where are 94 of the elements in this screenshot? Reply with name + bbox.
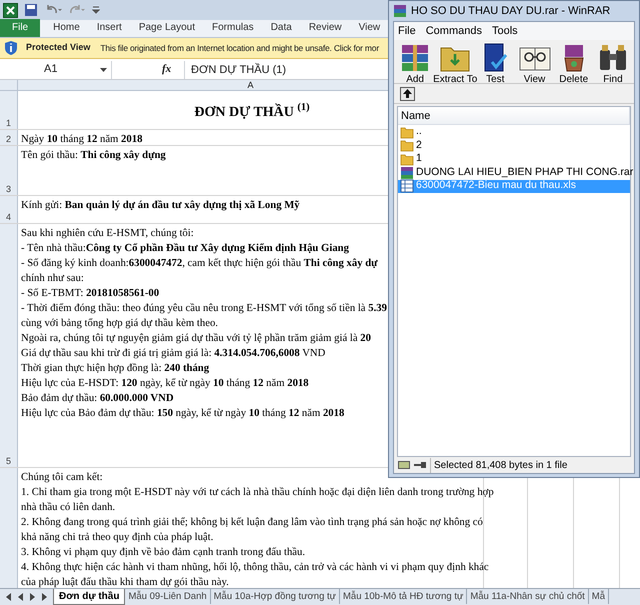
spreadsheet-file-icon (400, 179, 414, 193)
ribbon-tab[interactable]: Insert (92, 19, 127, 37)
folder-icon (400, 152, 414, 166)
last-sheet-icon[interactable] (41, 592, 48, 600)
folder-icon (400, 139, 414, 152)
row-number[interactable]: 4 (6, 211, 11, 223)
ribbon-tab[interactable]: View (354, 19, 386, 37)
cell-text: Hiệu lực của Bảo đảm dự thầu: 150 ngày, kể từ ngày 10 tháng 12 năm 2018 (21, 406, 344, 421)
toolbar-button[interactable]: Find (594, 42, 632, 85)
cell-text: của pháp luật đấu thầu khi tham dự gói thầu này. (21, 575, 229, 588)
fx-label[interactable]: fx (162, 61, 180, 78)
row-number[interactable]: 5 (6, 455, 11, 467)
info-icon (4, 40, 18, 56)
cell-text: - Thời điểm đóng thầu: theo đúng yêu cầu nêu trong E-HSMT với tổng số tiền là 5.39 (21, 301, 387, 316)
file-name: DUONG LAI HIEU_BIEN PHAP THI CONG.rar (416, 164, 634, 180)
cell-text: Ngày 10 tháng 12 năm 2018 (21, 132, 142, 147)
cell-text: Hiệu lực của E-HSDT: 120 ngày, kể từ ngày 10 tháng 12 năm 2018 (21, 376, 309, 391)
previous-sheet-icon[interactable] (17, 592, 24, 600)
file-row[interactable]: .. (398, 126, 630, 138)
ribbon-tab[interactable]: Data (266, 19, 297, 37)
cell-text: nhà thầu có liên danh. (21, 500, 116, 515)
save-icon[interactable] (24, 3, 38, 17)
column-label[interactable]: A (247, 80, 254, 90)
sheet-tab[interactable]: Mẫ (588, 589, 609, 604)
up-arrow-icon (403, 89, 412, 98)
sheet-tab[interactable]: Đơn dự thầu (53, 589, 126, 605)
document-title: ĐƠN DỰ THẦU $^{(1)}$ (194, 101, 310, 122)
cell-text: Tên gói thầu: Thi công xây dựng (21, 148, 166, 163)
status-text: Selected 81,408 bytes in 1 file (430, 458, 568, 472)
cell-text: Bảo đảm dự thầu: 60.000.000 VND (21, 391, 174, 406)
ribbon-tab[interactable]: Page Layout (134, 19, 200, 37)
row-header[interactable]: 4 (0, 196, 18, 223)
row-header[interactable]: 1 (0, 91, 18, 129)
ribbon-tab[interactable]: File (0, 19, 40, 37)
ribbon-tab[interactable]: Formulas (207, 19, 259, 37)
protected-view-message: This file originated from an Internet location and might be unsafe. Click for mor (100, 42, 379, 54)
sheet-tab[interactable]: Mẫu 10b-Mô tả HĐ tương tự (340, 589, 468, 604)
row-header[interactable]: 5 (0, 224, 18, 467)
cell-text: Ngoài ra, chúng tôi tự nguyện giảm giá dự thầu với tỷ lệ phần trăm giảm giá là 20 (21, 331, 371, 346)
cell-text: Kính gửi: Ban quản lý dự án đầu tư xây dựng thị xã Long Mỹ (21, 198, 300, 213)
file-name: .. (416, 124, 422, 140)
formula-field[interactable]: ĐƠN DỰ THẦU (1) (184, 60, 374, 78)
menu-item[interactable]: Tools (492, 23, 518, 39)
ribbon-tab[interactable]: Home (48, 19, 85, 37)
file-row[interactable]: 2 (398, 139, 630, 152)
cell-text: Sau khi nghiên cứu E-HSMT, chúng tôi: (21, 226, 194, 241)
name-box[interactable]: A1 (0, 60, 112, 78)
protected-view-title: Protected View (26, 41, 90, 54)
customize-toolbar-icon[interactable] (92, 4, 100, 16)
sheet-tab[interactable]: Mẫu 11a-Nhân sự chủ chốt (467, 589, 589, 604)
row-header[interactable]: 2 (0, 130, 18, 145)
row-number[interactable]: 2 (6, 133, 11, 145)
toolbar-button[interactable]: Add (397, 42, 434, 85)
cell-text: cùng với bảng tổng hợp giá dự thầu kèm theo. (21, 316, 218, 331)
row-number[interactable]: 1 (6, 117, 11, 129)
spreadsheet-app-icon (3, 2, 18, 18)
next-sheet-icon[interactable] (29, 592, 36, 600)
dropdown-arrow-icon[interactable] (100, 68, 107, 72)
file-name: 6300047472-Bieu mau du thau.xls (416, 178, 576, 194)
cell-text: - Tên nhà thầu:Công ty Cổ phần Đầu tư Xây dựng Kiểm định Hậu Giang (21, 241, 349, 256)
sheet-tab[interactable]: Mẫu 09-Liên Danh (125, 589, 211, 604)
toolbar-button[interactable]: Delete (556, 42, 592, 85)
cell-reference: A1 (44, 62, 58, 78)
sheet-tab[interactable]: Mẫu 10a-Hợp đồng tương tự (210, 589, 340, 604)
archive-icon (400, 166, 414, 180)
row-number[interactable]: 3 (6, 183, 11, 195)
cell-text: Thời gian thực hiện hợp đồng là: 240 tháng (21, 361, 210, 376)
archive-app-icon (393, 4, 407, 18)
toolbar-button[interactable]: View (516, 42, 553, 85)
toolbar-button[interactable]: Extract To (436, 42, 474, 85)
cell-text: - Số E-TBMT: 20181058561-00 (21, 286, 160, 301)
cell-text: chính như sau: (21, 271, 84, 286)
toolbar-button[interactable]: Test (477, 42, 514, 85)
cell-text: 1. Chỉ tham gia trong một E-HSDT này với tư cách là nhà thầu chính hoặc đại diện liên danh trong trường hợp (21, 485, 494, 500)
file-name: 2 (416, 138, 422, 153)
cell-text: khả năng chi trả theo quy định của pháp luật. (21, 530, 214, 545)
menu-item[interactable]: Commands (426, 23, 482, 39)
cell-text: - Số đăng ký kinh doanh:6300047472, cam kết thực hiện gói thầu Thi công xây dự (21, 256, 378, 271)
cell-text: Giá dự thầu sau khi trừ đi giá trị giảm giá là: 4.314.054.706,6008 VND (21, 346, 326, 361)
cell-text: 3. Không vi phạm quy định về bảo đảm cạnh tranh trong đấu thầu. (21, 545, 306, 560)
drive-icon (398, 461, 410, 469)
menu-item[interactable]: File (398, 23, 416, 39)
up-folder-button[interactable] (400, 86, 415, 100)
first-sheet-icon[interactable] (5, 592, 12, 600)
cell-text: 4. Không thực hiện các hành vi tham nhũng, hối lộ, thông thầu, cản trở và các hành vi vi phạm quy định khác (21, 560, 489, 575)
column-header[interactable]: Name (398, 107, 630, 124)
cell-text: Chúng tôi cam kết: (21, 470, 103, 485)
file-name: 1 (416, 151, 422, 166)
ribbon-tab[interactable]: Review (304, 19, 347, 37)
row-header[interactable]: 3 (0, 146, 18, 195)
key-icon (414, 461, 426, 469)
window-title: HO SO DU THAU DAY DU.rar - WinRAR (411, 4, 610, 19)
cell-text: 2. Không đang trong quá trình giải thể; không bị kết luận đang lâm vào tình trạng phá sản hoặc nợ không có (21, 515, 483, 530)
file-row[interactable]: 1 (398, 152, 630, 166)
